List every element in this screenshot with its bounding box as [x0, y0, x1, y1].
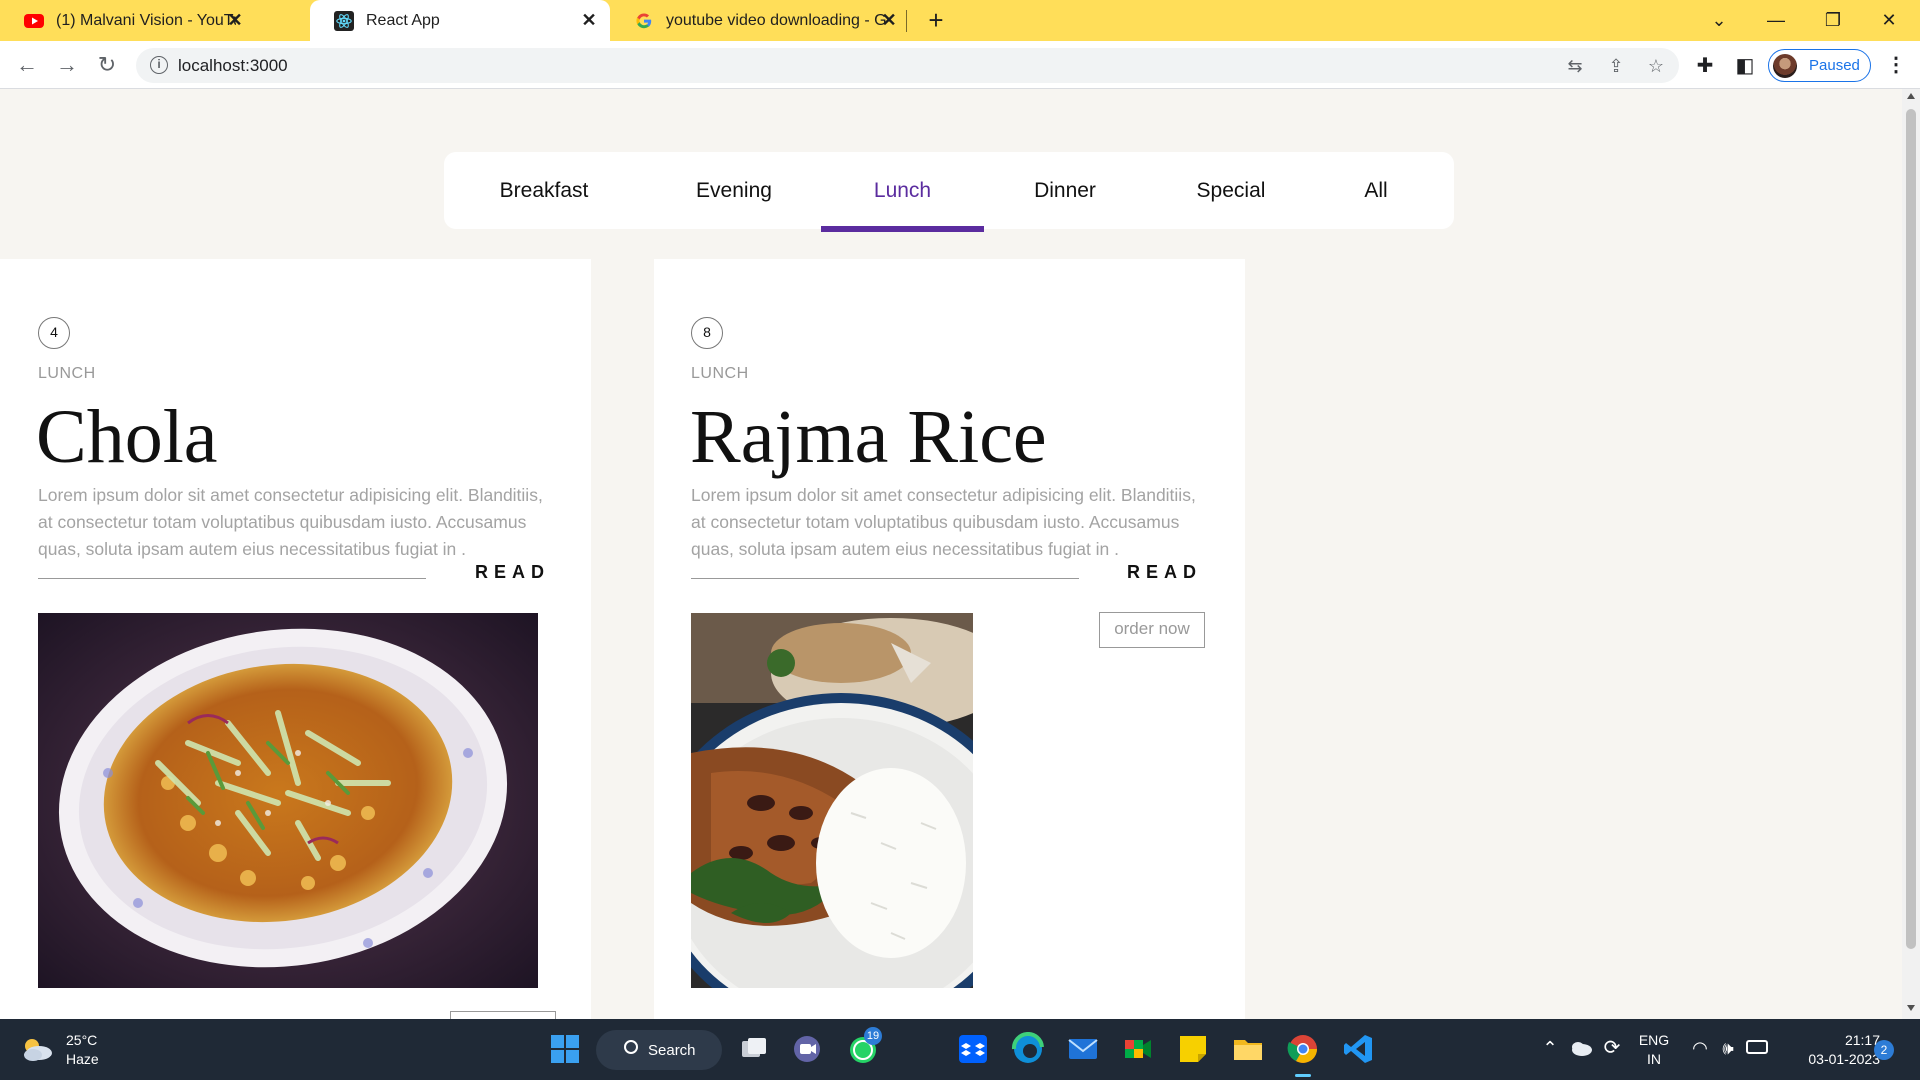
- address-bar[interactable]: i localhost:3000 ⇆ ⇪ ☆: [136, 48, 1679, 83]
- page-content: Breakfast Evening Lunch Dinner Special A…: [0, 89, 1902, 1019]
- clock[interactable]: 21:17 03-01-2023: [1784, 1031, 1880, 1069]
- forward-button[interactable]: →: [53, 51, 81, 79]
- youtube-icon: [24, 11, 44, 31]
- extensions-icon[interactable]: ✚: [1694, 55, 1716, 77]
- menu-card: 4 LUNCH Chola Lorem ipsum dolor sit amet…: [0, 259, 591, 1019]
- region-code: IN: [1647, 1051, 1661, 1067]
- side-panel-icon[interactable]: ◧: [1734, 55, 1756, 77]
- read-link[interactable]: READ: [475, 562, 550, 583]
- teams-chat-icon[interactable]: [790, 1032, 824, 1066]
- sync-icon[interactable]: ⟳: [1600, 1036, 1624, 1060]
- tab-google-search[interactable]: youtube video downloading - Goo ✕: [610, 0, 910, 41]
- reload-button[interactable]: ↻: [93, 51, 121, 79]
- item-number: 8: [691, 317, 723, 349]
- react-icon: [334, 10, 354, 31]
- more-options-icon[interactable]: ⋮: [1886, 53, 1906, 77]
- tab-youtube[interactable]: (1) Malvani Vision - YouTube ✕: [0, 0, 256, 41]
- windows-start-icon[interactable]: [548, 1032, 582, 1066]
- sticky-notes-icon[interactable]: [1176, 1032, 1210, 1066]
- tab-strip: (1) Malvani Vision - YouTube ✕ React App…: [0, 0, 1920, 41]
- back-button[interactable]: ←: [13, 51, 41, 79]
- weather-temp: 25°C: [66, 1032, 98, 1048]
- minimize-button[interactable]: —: [1761, 6, 1791, 34]
- whatsapp-badge: 19: [864, 1027, 882, 1045]
- item-category: LUNCH: [38, 365, 96, 382]
- menu-item-breakfast[interactable]: Breakfast: [444, 152, 644, 229]
- item-name: Chola: [36, 395, 218, 479]
- tab-title: React App: [366, 11, 440, 29]
- clock-time: 21:17: [1844, 1032, 1880, 1048]
- item-description: Lorem ipsum dolor sit amet consectetur a…: [38, 485, 543, 559]
- google-icon: [634, 11, 654, 31]
- avatar: [1773, 53, 1797, 78]
- wifi-icon[interactable]: ◠: [1688, 1036, 1712, 1060]
- tab-title: youtube video downloading - Goo: [666, 11, 886, 29]
- item-category: LUNCH: [691, 365, 749, 382]
- restore-button[interactable]: ❐: [1818, 6, 1848, 34]
- item-description: Lorem ipsum dolor sit amet consectetur a…: [691, 485, 1196, 559]
- dropbox-icon[interactable]: [956, 1032, 990, 1066]
- order-now-button[interactable]: order now: [1099, 612, 1205, 648]
- food-image-rajma-rice: [691, 613, 973, 988]
- menu-card: 8 LUNCH Rajma Rice Lorem ipsum dolor sit…: [654, 259, 1245, 1019]
- weather-widget[interactable]: 25°C Haze: [20, 1031, 99, 1069]
- site-info-icon[interactable]: i: [150, 56, 168, 74]
- weather-desc: Haze: [66, 1051, 99, 1067]
- tab-divider: [906, 10, 907, 32]
- chrome-icon[interactable]: [1286, 1032, 1320, 1066]
- file-explorer-icon[interactable]: [1231, 1032, 1265, 1066]
- battery-icon[interactable]: [1746, 1040, 1768, 1054]
- profile-status: Paused: [1809, 57, 1860, 74]
- volume-icon[interactable]: 🕪: [1716, 1036, 1740, 1060]
- language-code: ENG: [1638, 1032, 1670, 1048]
- divider: [38, 578, 426, 579]
- weather-haze-icon: [20, 1035, 54, 1065]
- browser-toolbar: ← → ↻ i localhost:3000 ⇆ ⇪ ☆ ✚ ◧ Paused …: [0, 41, 1920, 89]
- vscode-icon[interactable]: [1341, 1032, 1375, 1066]
- category-menu: Breakfast Evening Lunch Dinner Special A…: [444, 152, 1454, 232]
- onedrive-icon[interactable]: [1568, 1036, 1594, 1060]
- notification-badge[interactable]: 2: [1874, 1040, 1894, 1060]
- taskbar-search[interactable]: Search: [596, 1030, 722, 1070]
- menu-item-special[interactable]: Special: [1146, 152, 1316, 229]
- menu-item-all[interactable]: All: [1316, 152, 1436, 229]
- close-tab-icon[interactable]: ✕: [880, 11, 898, 29]
- close-tab-icon[interactable]: ✕: [580, 11, 598, 29]
- scroll-up-icon[interactable]: [1907, 93, 1915, 99]
- show-hidden-icons-icon[interactable]: ⌃: [1538, 1036, 1562, 1060]
- item-name: Rajma Rice: [690, 395, 1047, 479]
- meet-icon[interactable]: [1121, 1032, 1155, 1066]
- scrollbar-thumb[interactable]: [1906, 109, 1916, 949]
- item-number: 4: [38, 317, 70, 349]
- edge-icon[interactable]: [1011, 1031, 1045, 1066]
- new-tab-button[interactable]: +: [922, 6, 950, 34]
- scroll-down-icon[interactable]: [1907, 1005, 1915, 1011]
- menu-item-dinner[interactable]: Dinner: [984, 152, 1146, 229]
- url-text[interactable]: localhost:3000: [178, 56, 288, 76]
- close-window-button[interactable]: ✕: [1874, 6, 1904, 34]
- active-app-indicator: [1295, 1074, 1311, 1077]
- share-icon[interactable]: ⇪: [1606, 56, 1626, 76]
- language-indicator[interactable]: ENG IN: [1636, 1031, 1672, 1069]
- close-tab-icon[interactable]: ✕: [226, 11, 244, 29]
- divider: [691, 578, 1079, 579]
- order-now-button[interactable]: order now: [450, 1011, 556, 1019]
- tab-react-app[interactable]: React App ✕: [310, 0, 610, 41]
- translate-icon[interactable]: ⇆: [1565, 56, 1585, 76]
- mail-icon[interactable]: [1066, 1032, 1100, 1066]
- tab-title: (1) Malvani Vision - YouTube: [56, 11, 236, 29]
- search-icon: [624, 1040, 638, 1054]
- bookmark-star-icon[interactable]: ☆: [1646, 56, 1666, 76]
- windows-taskbar: 25°C Haze Search 19 ⌃ ⟳ ENG IN ◠ 🕪 21:17…: [0, 1019, 1920, 1080]
- read-link[interactable]: READ: [1127, 562, 1202, 583]
- menu-item-evening[interactable]: Evening: [644, 152, 824, 229]
- task-view-icon[interactable]: [737, 1032, 771, 1066]
- food-image-chola: [38, 613, 538, 988]
- search-label: Search: [648, 1041, 696, 1059]
- tab-search-chevron-icon[interactable]: ⌄: [1704, 6, 1734, 34]
- menu-item-lunch[interactable]: Lunch: [821, 152, 984, 232]
- clock-date: 03-01-2023: [1808, 1051, 1880, 1067]
- page-scrollbar[interactable]: [1902, 89, 1920, 1019]
- profile-button[interactable]: Paused: [1768, 49, 1871, 82]
